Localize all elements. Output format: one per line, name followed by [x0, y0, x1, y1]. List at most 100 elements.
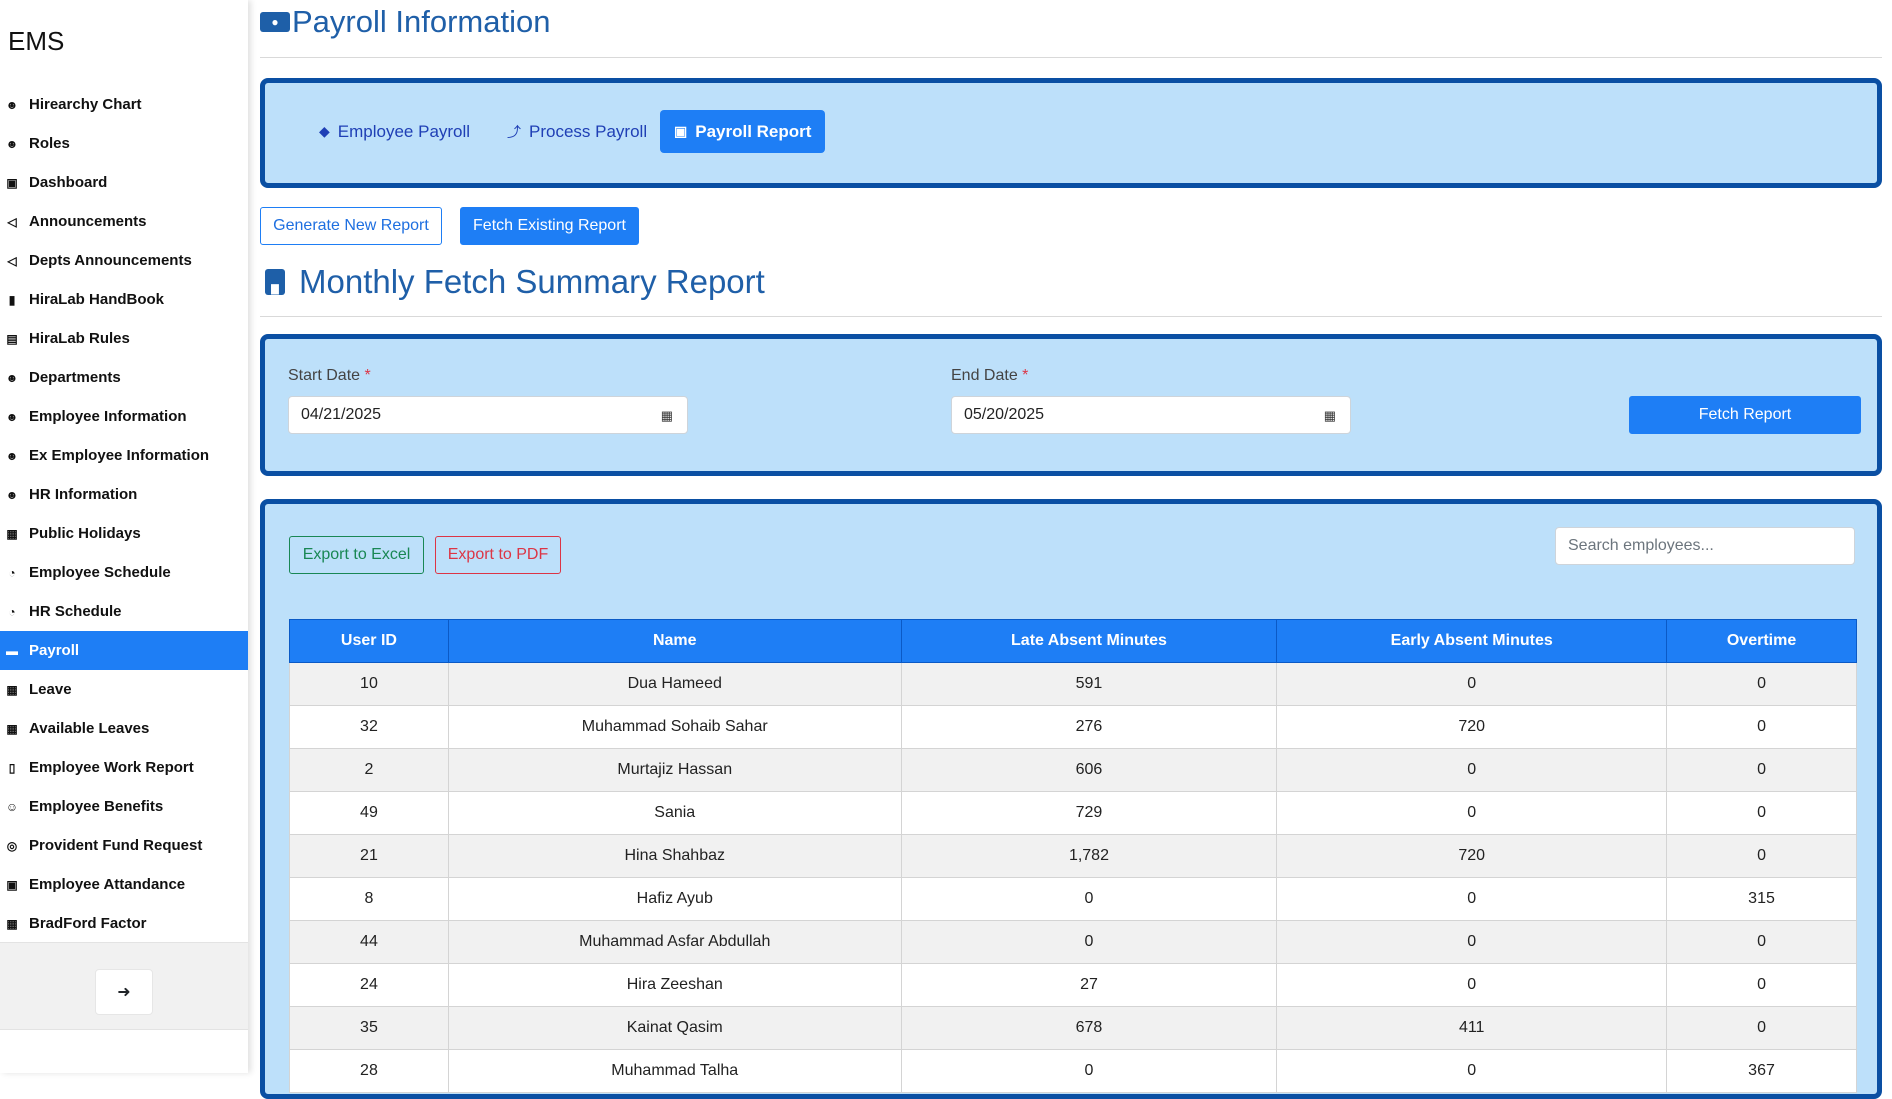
- sidebar-item-provident-fund-request[interactable]: ◎ Provident Fund Request: [0, 826, 248, 865]
- sidebar-item-employee-work-report[interactable]: ▯ Employee Work Report: [0, 748, 248, 787]
- money-bill-icon: ▣: [674, 123, 688, 139]
- sidebar-item-employee-information[interactable]: ☻ Employee Information: [0, 397, 248, 436]
- sidebar-item-announcements[interactable]: ◁ Announcements: [0, 202, 248, 241]
- table-cell: 0: [900, 920, 1278, 964]
- table-cell: Muhammad Talha: [447, 1049, 902, 1093]
- table-header-row: User ID Name Late Absent Minutes Early Abse…: [289, 619, 1857, 663]
- money-check-icon: ◆: [319, 123, 330, 139]
- table-cell: 27: [900, 963, 1278, 1007]
- end-date-label-text: End Date: [951, 367, 1018, 384]
- sidebar-item-roles[interactable]: ☻ Roles: [0, 124, 248, 163]
- table-cell: 0: [1276, 791, 1668, 835]
- table-cell: 0: [1666, 920, 1857, 964]
- calendar-icon[interactable]: ▦: [1324, 408, 1336, 424]
- column-header[interactable]: Name: [447, 619, 902, 663]
- sidebar-item-hr-schedule[interactable]: ◔ HR Schedule: [0, 592, 248, 631]
- table-row: 2 Murtajiz Hassan 606 0 0: [289, 748, 1857, 792]
- column-header[interactable]: User ID: [289, 619, 449, 663]
- sidebar-item-employee-schedule[interactable]: ◔ Employee Schedule: [0, 553, 248, 592]
- tab-payroll-report[interactable]: ▣ Payroll Report: [660, 110, 826, 153]
- calendar-icon[interactable]: ▦: [661, 408, 673, 424]
- money-icon: ▬: [6, 643, 18, 658]
- date-filter-panel: Start Date * 04/21/2025 ▦ End Date * 05/…: [260, 334, 1882, 476]
- sidebar-item-label: Announcements: [29, 213, 147, 230]
- sidebar: EMS ☻ Hirearchy Chart ☻ Roles ▣ Dashboard ◁ Ann…: [0, 0, 248, 1073]
- sidebar-item-label: Available Leaves: [29, 720, 150, 737]
- tab-employee-payroll[interactable]: ◆ Employee Payroll: [305, 110, 484, 153]
- generate-new-report-button[interactable]: Generate New Report: [260, 207, 442, 245]
- table-cell: 32: [289, 705, 449, 749]
- table-cell: 0: [900, 877, 1278, 921]
- table-cell: Hina Shahbaz: [447, 834, 902, 878]
- table-cell: 8: [289, 877, 449, 921]
- sidebar-item-label: Leave: [29, 681, 72, 698]
- payroll-summary-table: User ID Name Late Absent Minutes Early Abse…: [289, 619, 1857, 1093]
- sidebar-item-bradford-factor[interactable]: ▦ BradFord Factor: [0, 904, 248, 943]
- table-cell: 2: [289, 748, 449, 792]
- brand-title: EMS: [8, 26, 65, 56]
- sidebar-item-payroll[interactable]: ▬ Payroll: [0, 631, 248, 670]
- table-cell: 0: [1666, 662, 1857, 706]
- tab-label: Employee Payroll: [337, 121, 471, 141]
- export-excel-button[interactable]: Export to Excel: [289, 536, 424, 574]
- table-cell: 729: [900, 791, 1278, 835]
- sidebar-item-leave[interactable]: ▦ Leave: [0, 670, 248, 709]
- sidebar-item-label: BradFord Factor: [29, 915, 147, 932]
- users-icon: ☻: [5, 136, 19, 151]
- table-cell: 276: [900, 705, 1278, 749]
- hand-holding-icon: ⤴: [507, 123, 521, 140]
- divider: [260, 316, 1882, 317]
- sidebar-item-label: Employee Schedule: [29, 564, 171, 581]
- required-mark: *: [364, 367, 371, 384]
- sidebar-item-label: Employee Benefits: [29, 798, 164, 815]
- sidebar-item-employee-benefits[interactable]: ☺ Employee Benefits: [0, 787, 248, 826]
- file-icon: ▯: [8, 760, 16, 775]
- sidebar-item-hirearchy-chart[interactable]: ☻ Hirearchy Chart: [0, 85, 248, 124]
- table-cell: 0: [1276, 748, 1668, 792]
- sidebar-item-available-leaves[interactable]: ▦ Available Leaves: [0, 709, 248, 748]
- fetch-existing-report-button[interactable]: Fetch Existing Report: [460, 207, 639, 245]
- table-cell: 0: [1666, 963, 1857, 1007]
- page-title-text: Payroll Information: [292, 4, 551, 39]
- column-header[interactable]: Late Absent Minutes: [900, 619, 1278, 663]
- users-icon: ☻: [5, 487, 19, 502]
- sidebar-item-label: HR Schedule: [29, 603, 122, 620]
- tab-process-payroll[interactable]: ⤴ Process Payroll: [493, 110, 661, 153]
- column-header[interactable]: Early Absent Minutes: [1276, 619, 1668, 663]
- search-input[interactable]: Search employees...: [1555, 527, 1855, 565]
- sidebar-item-ex-employee-information[interactable]: ☻ Ex Employee Information: [0, 436, 248, 475]
- table-cell: 21: [289, 834, 449, 878]
- sidebar-item-employee-attandance[interactable]: ▣ Employee Attandance: [0, 865, 248, 904]
- table-cell: 0: [1666, 705, 1857, 749]
- money-bill-icon: ●: [260, 12, 290, 32]
- sidebar-item-label: HiraLab Rules: [29, 330, 130, 347]
- sidebar-nav: ☻ Hirearchy Chart ☻ Roles ▣ Dashboard ◁ Announc…: [0, 85, 248, 943]
- start-date-label: Start Date *: [288, 367, 371, 385]
- table-cell: 0: [900, 1049, 1278, 1093]
- table-cell: Hira Zeeshan: [447, 963, 902, 1007]
- column-header[interactable]: Overtime: [1666, 619, 1857, 663]
- logout-button[interactable]: ➜: [95, 969, 153, 1015]
- table-row: 24 Hira Zeeshan 27 0 0: [289, 963, 1857, 1007]
- page-title: ● Payroll Information: [260, 4, 550, 40]
- sidebar-item-hiralab-handbook[interactable]: ▮ HiraLab HandBook: [0, 280, 248, 319]
- table-cell: Muhammad Sohaib Sahar: [447, 705, 902, 749]
- sidebar-item-public-holidays[interactable]: ▦ Public Holidays: [0, 514, 248, 553]
- table-cell: 0: [1666, 791, 1857, 835]
- section-title-text: Monthly Fetch Summary Report: [299, 263, 765, 300]
- sidebar-item-dashboard[interactable]: ▣ Dashboard: [0, 163, 248, 202]
- sidebar-item-departments[interactable]: ☻ Departments: [0, 358, 248, 397]
- table-cell: 0: [1666, 1006, 1857, 1050]
- end-date-label: End Date *: [951, 367, 1028, 385]
- end-date-value: 05/20/2025: [964, 406, 1045, 423]
- sidebar-item-depts-announcements[interactable]: ◁ Depts Announcements: [0, 241, 248, 280]
- export-pdf-button[interactable]: Export to PDF: [435, 536, 561, 574]
- start-date-input[interactable]: 04/21/2025 ▦: [288, 396, 688, 434]
- fetch-report-button[interactable]: Fetch Report: [1629, 396, 1861, 434]
- table-row: 28 Muhammad Talha 0 0 367: [289, 1049, 1857, 1093]
- sidebar-item-hr-information[interactable]: ☻ HR Information: [0, 475, 248, 514]
- end-date-input[interactable]: 05/20/2025 ▦: [951, 396, 1351, 434]
- clock-icon: ◔: [8, 565, 16, 580]
- sidebar-item-hiralab-rules[interactable]: ▤ HiraLab Rules: [0, 319, 248, 358]
- sidebar-item-label: Employee Attandance: [29, 876, 186, 893]
